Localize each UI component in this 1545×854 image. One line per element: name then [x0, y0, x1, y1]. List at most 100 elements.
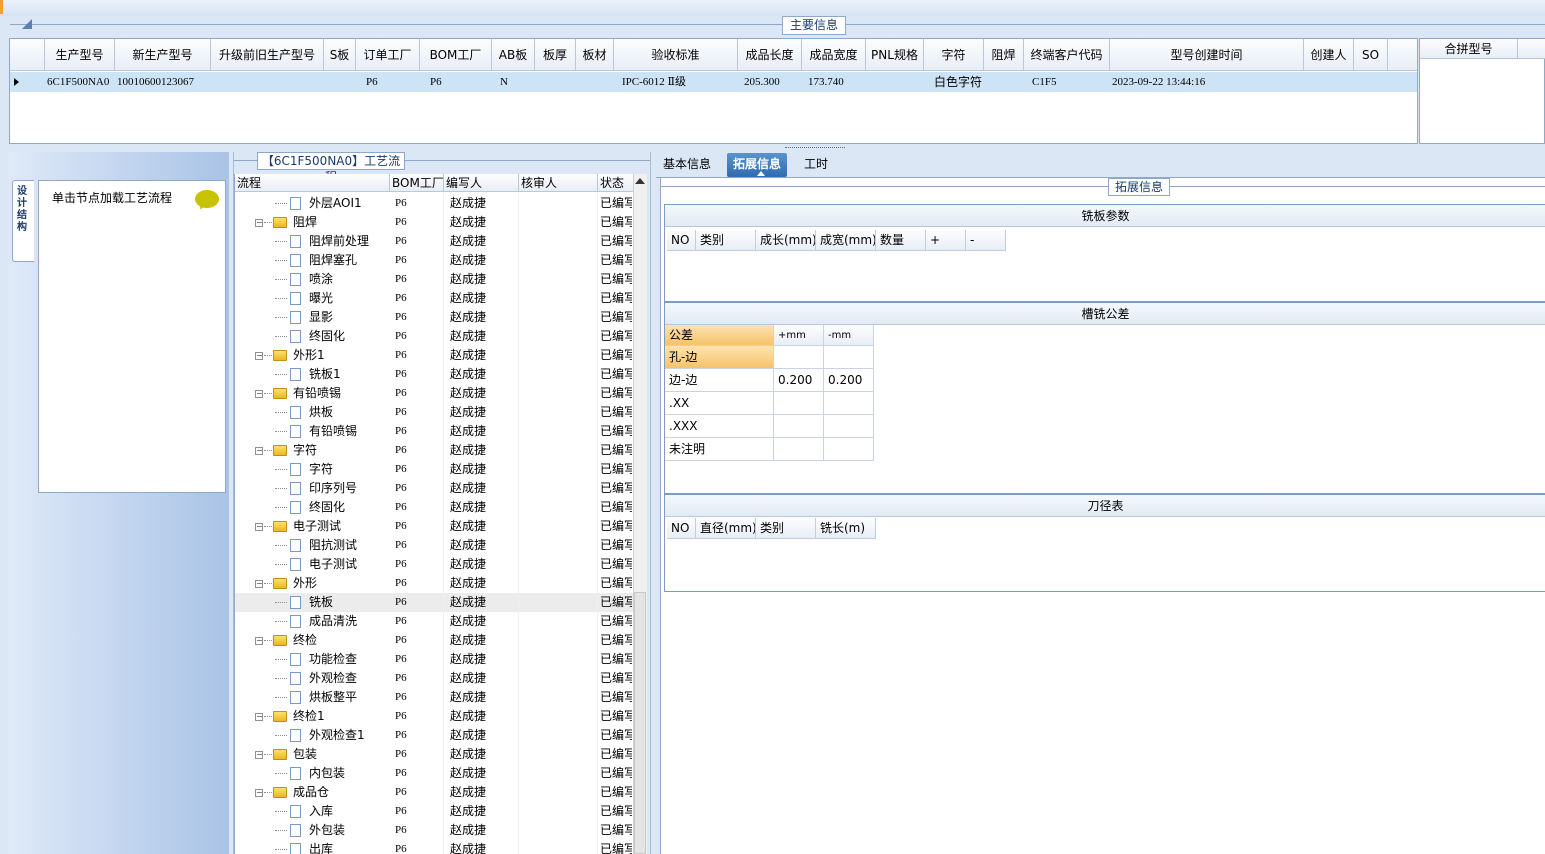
tolerance-row-plus[interactable]	[774, 346, 824, 369]
milling-col-length[interactable]: 成长(mm)	[756, 230, 816, 251]
collapse-icon[interactable]: −	[255, 580, 263, 588]
tree-row[interactable]: − 电子测试 P6 赵成捷 已编写	[235, 517, 633, 536]
tree-row[interactable]: − 外形 P6 赵成捷 已编写	[235, 574, 633, 593]
cell-ab-board[interactable]: N	[492, 72, 535, 92]
col-header-character[interactable]: 字符	[924, 39, 984, 71]
tolerance-row-minus[interactable]	[824, 346, 874, 369]
milling-col-no[interactable]: NO	[667, 230, 696, 251]
tab-basic-info[interactable]: 基本信息	[657, 153, 717, 177]
tree-row[interactable]: 阻抗测试 P6 赵成捷 已编写	[235, 536, 633, 555]
col-header-merged-model[interactable]: 合拼型号	[1420, 39, 1518, 59]
main-info-grid[interactable]: 生产型号 新生产型号 升级前旧生产型号 S板 订单工厂 BOM工厂 AB板 板厚…	[9, 38, 1418, 144]
tree-row[interactable]: 外观检查1 P6 赵成捷 已编写	[235, 726, 633, 745]
col-header-extra[interactable]	[1388, 39, 1417, 71]
cell-old-model[interactable]	[211, 72, 324, 92]
tolerance-row-minus[interactable]	[824, 392, 874, 415]
tree-row[interactable]: 终固化 P6 赵成捷 已编写	[235, 498, 633, 517]
tree-row[interactable]: 铣板 P6 赵成捷 已编写	[235, 593, 633, 612]
tolerance-row-minus[interactable]	[824, 438, 874, 461]
tree-row[interactable]: 显影 P6 赵成捷 已编写	[235, 308, 633, 327]
collapse-icon[interactable]: −	[255, 219, 263, 227]
tree-row[interactable]: 外观检查 P6 赵成捷 已编写	[235, 669, 633, 688]
tree-row[interactable]: 外包装 P6 赵成捷 已编写	[235, 821, 633, 840]
cell-customer-code[interactable]: C1F5	[1024, 72, 1110, 92]
tree-row[interactable]: 烘板整平 P6 赵成捷 已编写	[235, 688, 633, 707]
tolerance-row-name[interactable]: 边-边	[665, 369, 774, 392]
col-header-standard[interactable]: 验收标准	[614, 39, 738, 71]
collapse-icon[interactable]: −	[255, 751, 263, 759]
tree-row[interactable]: − 外形1 P6 赵成捷 已编写	[235, 346, 633, 365]
tree-row[interactable]: 外层AOI1 P6 赵成捷 已编写	[235, 194, 633, 213]
splitter-grip-icon[interactable]	[785, 147, 845, 151]
col-header-thickness[interactable]: 板厚	[535, 39, 576, 71]
col-header-material[interactable]: 板材	[576, 39, 614, 71]
process-tree-grid[interactable]: 流程 BOM工厂 编写人 核审人 状态 外层AOI1P6赵成捷已编写−阻焊P6赵…	[234, 174, 633, 854]
tree-row[interactable]: 内包装 P6 赵成捷 已编写	[235, 764, 633, 783]
tree-row[interactable]: − 包装 P6 赵成捷 已编写	[235, 745, 633, 764]
cutter-col-type[interactable]: 类别	[756, 518, 816, 539]
tolerance-row-name[interactable]: .XX	[665, 392, 774, 415]
milling-add-button[interactable]: +	[926, 230, 966, 251]
tree-col-bom-factory[interactable]: BOM工厂	[390, 174, 444, 192]
col-header-created-time[interactable]: 型号创建时间	[1110, 39, 1304, 71]
tree-row[interactable]: 出库 P6 赵成捷 已编写	[235, 840, 633, 854]
cell-character[interactable]: 白色字符	[924, 72, 984, 92]
tree-col-status[interactable]: 状态	[598, 174, 633, 192]
tolerance-row-plus[interactable]: 0.200	[774, 369, 824, 392]
tolerance-row-minus[interactable]: 0.200	[824, 369, 874, 392]
cell-order-factory[interactable]: P6	[356, 72, 420, 92]
cell-pnl[interactable]	[866, 72, 924, 92]
col-header-order-factory[interactable]: 订单工厂	[356, 39, 420, 71]
tree-row[interactable]: − 终检1 P6 赵成捷 已编写	[235, 707, 633, 726]
cutter-col-length[interactable]: 铣长(m)	[816, 518, 876, 539]
col-header-s-board[interactable]: S板	[324, 39, 356, 71]
collapse-icon[interactable]: −	[255, 713, 263, 721]
tab-work-hours[interactable]: 工时	[798, 153, 834, 177]
scroll-up-arrow-icon[interactable]	[635, 178, 645, 184]
tolerance-row-minus[interactable]	[824, 415, 874, 438]
cell-width[interactable]: 173.740	[802, 72, 866, 92]
cell-length[interactable]: 205.300	[738, 72, 802, 92]
collapse-icon[interactable]: −	[255, 523, 263, 531]
tree-row[interactable]: 烘板 P6 赵成捷 已编写	[235, 403, 633, 422]
cell-bom-factory[interactable]: P6	[420, 72, 492, 92]
tolerance-row-plus[interactable]	[774, 438, 824, 461]
cell-thickness[interactable]	[535, 72, 576, 92]
grid-corner-header[interactable]	[10, 39, 45, 71]
tolerance-col-name[interactable]: 公差	[665, 325, 774, 346]
milling-col-qty[interactable]: 数量	[876, 230, 926, 251]
structure-tree-box[interactable]	[38, 180, 226, 493]
tree-row[interactable]: 喷涂 P6 赵成捷 已编写	[235, 270, 633, 289]
tree-row[interactable]: 阻焊塞孔 P6 赵成捷 已编写	[235, 251, 633, 270]
tolerance-row-plus[interactable]	[774, 415, 824, 438]
col-header-width[interactable]: 成品宽度	[802, 39, 866, 71]
cell-new-model[interactable]: 10010600123067	[115, 72, 211, 92]
tolerance-col-plus[interactable]: +mm	[774, 325, 824, 346]
tree-row[interactable]: − 成品仓 P6 赵成捷 已编写	[235, 783, 633, 802]
cell-s-board[interactable]	[324, 72, 356, 92]
tree-row[interactable]: − 字符 P6 赵成捷 已编写	[235, 441, 633, 460]
tree-col-writer[interactable]: 编写人	[444, 174, 519, 192]
tree-row[interactable]: 成品清洗 P6 赵成捷 已编写	[235, 612, 633, 631]
tree-scrollbar-thumb[interactable]	[634, 592, 646, 854]
col-header-merged-extra[interactable]	[1518, 39, 1545, 59]
tolerance-col-minus[interactable]: -mm	[824, 325, 874, 346]
milling-col-type[interactable]: 类别	[696, 230, 756, 251]
col-header-customer-code[interactable]: 终端客户代码	[1024, 39, 1110, 71]
cell-standard[interactable]: IPC-6012 Ⅱ级	[614, 72, 738, 92]
merged-model-grid[interactable]: 合拼型号	[1419, 38, 1545, 144]
col-header-ab-board[interactable]: AB板	[492, 39, 535, 71]
cell-solder-mask[interactable]	[984, 72, 1024, 92]
col-header-pnl[interactable]: PNL规格	[866, 39, 924, 71]
tree-row[interactable]: − 有铅喷锡 P6 赵成捷 已编写	[235, 384, 633, 403]
milling-remove-button[interactable]: -	[966, 230, 1006, 251]
col-header-solder-mask[interactable]: 阻焊	[984, 39, 1024, 71]
tree-row[interactable]: 有铅喷锡 P6 赵成捷 已编写	[235, 422, 633, 441]
tolerance-row-name[interactable]: .XXX	[665, 415, 774, 438]
tree-col-reviewer[interactable]: 核审人	[519, 174, 598, 192]
tree-col-flow[interactable]: 流程	[235, 174, 390, 192]
cell-created-time[interactable]: 2023-09-22 13:44:16	[1110, 72, 1304, 92]
collapse-icon[interactable]: −	[255, 789, 263, 797]
cutter-col-diameter[interactable]: 直径(mm)	[696, 518, 756, 539]
cell-material[interactable]	[576, 72, 614, 92]
